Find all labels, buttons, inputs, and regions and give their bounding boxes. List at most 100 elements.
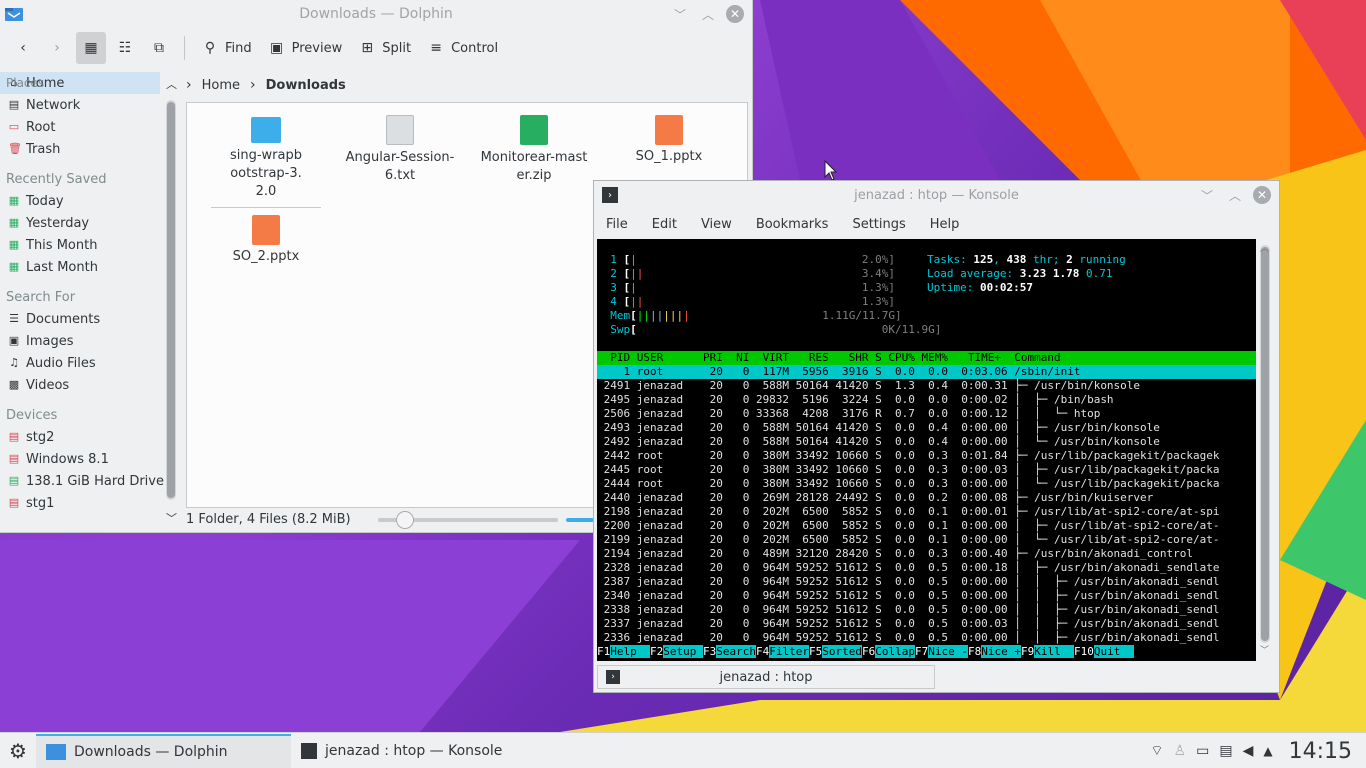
tray-expand-icon[interactable]: ▲ bbox=[1263, 744, 1272, 758]
fkey-key[interactable]: F9 bbox=[1021, 645, 1034, 658]
compact-view-button[interactable]: ☷ bbox=[110, 32, 140, 64]
process-row[interactable]: 2336 jenazad 20 0 964M 59252 51612 S 0.0… bbox=[597, 631, 1256, 645]
find-button[interactable]: ⚲ Find bbox=[195, 32, 258, 64]
process-row[interactable]: 2198 jenazad 20 0 202M 6500 5852 S 0.0 0… bbox=[597, 505, 1256, 519]
close-icon[interactable]: ✕ bbox=[1253, 186, 1271, 204]
fkey-key[interactable]: F7 bbox=[915, 645, 928, 658]
menu-view[interactable]: View bbox=[701, 217, 732, 232]
fkey-label[interactable]: Filter bbox=[769, 645, 809, 658]
process-row[interactable]: 2199 jenazad 20 0 202M 6500 5852 S 0.0 0… bbox=[597, 533, 1256, 547]
menu-settings[interactable]: Settings bbox=[852, 217, 905, 232]
process-table-header[interactable]: PID USER PRI NI VIRT RES SHR S CPU% MEM%… bbox=[597, 351, 1256, 365]
device-stg2[interactable]: ▤ stg2 bbox=[0, 426, 180, 448]
recent-last-month[interactable]: ▦ Last Month bbox=[0, 256, 180, 278]
search-videos[interactable]: ▩ Videos bbox=[0, 374, 180, 396]
file-item[interactable]: sing-wrapbootstrap-3.2.0 bbox=[211, 103, 321, 208]
fkey-label[interactable]: Quit bbox=[1093, 645, 1134, 658]
process-row[interactable]: 2194 jenazad 20 0 489M 32120 28420 S 0.0… bbox=[597, 547, 1256, 561]
process-row[interactable]: 2495 jenazad 20 0 29832 5196 3224 S 0.0 … bbox=[597, 393, 1256, 407]
process-row[interactable]: 2506 jenazad 20 0 33368 4208 3176 R 0.7 … bbox=[597, 407, 1256, 421]
fkey-key[interactable]: F3 bbox=[703, 645, 716, 658]
fkey-key[interactable]: F10 bbox=[1074, 645, 1094, 658]
process-row[interactable]: 2444 root 20 0 380M 33492 10660 S 0.0 0.… bbox=[597, 477, 1256, 491]
fkey-label[interactable]: Nice - bbox=[928, 645, 968, 658]
konsole-app-icon[interactable]: › bbox=[602, 187, 618, 203]
split-button[interactable]: ⊞ Split bbox=[352, 32, 417, 64]
process-row[interactable]: 2328 jenazad 20 0 964M 59252 51612 S 0.0… bbox=[597, 561, 1256, 575]
fkey-key[interactable]: F5 bbox=[809, 645, 822, 658]
konsole-tab[interactable]: › jenazad : htop bbox=[597, 665, 935, 689]
task-konsole[interactable]: jenazad : htop — Konsole bbox=[291, 734, 546, 768]
process-row[interactable]: 2387 jenazad 20 0 964M 59252 51612 S 0.0… bbox=[597, 575, 1256, 589]
places-scroll-up-icon[interactable]: ︿ bbox=[166, 76, 177, 92]
menu-file[interactable]: File bbox=[606, 217, 628, 232]
menu-bookmarks[interactable]: Bookmarks bbox=[756, 217, 829, 232]
zoom-slider-handle[interactable] bbox=[396, 511, 414, 529]
fkey-label[interactable]: Collap bbox=[875, 645, 915, 658]
recent-today[interactable]: ▦ Today bbox=[0, 190, 180, 212]
breadcrumb-current[interactable]: Downloads bbox=[266, 78, 346, 93]
process-row[interactable]: 2491 jenazad 20 0 588M 50164 41420 S 1.3… bbox=[597, 379, 1256, 393]
device-stg1[interactable]: ▤ stg1 bbox=[0, 492, 180, 514]
minimize-icon[interactable]: ﹀ bbox=[670, 4, 690, 24]
dolphin-app-icon[interactable] bbox=[4, 5, 24, 27]
icons-view-button[interactable]: ▦ bbox=[76, 32, 106, 64]
recent-yesterday[interactable]: ▦ Yesterday bbox=[0, 212, 180, 234]
terminal-scroll-up-icon[interactable]: ︿ bbox=[1260, 241, 1269, 254]
minimize-icon[interactable]: ﹀ bbox=[1197, 185, 1217, 205]
process-row[interactable]: 2493 jenazad 20 0 588M 50164 41420 S 0.0… bbox=[597, 421, 1256, 435]
terminal-scrollbar-thumb[interactable] bbox=[1261, 247, 1269, 641]
volume-icon[interactable]: ◀ bbox=[1243, 743, 1254, 759]
recent-this-month[interactable]: ▦ This Month bbox=[0, 234, 180, 256]
process-row[interactable]: 2492 jenazad 20 0 588M 50164 41420 S 0.0… bbox=[597, 435, 1256, 449]
fkey-key[interactable]: F2 bbox=[650, 645, 663, 658]
process-row[interactable]: 2440 jenazad 20 0 269M 28128 24492 S 0.0… bbox=[597, 491, 1256, 505]
forward-button[interactable]: › bbox=[42, 32, 72, 64]
control-button[interactable]: ≡ Control bbox=[421, 32, 504, 64]
konsole-titlebar[interactable]: › jenazad : htop — Konsole ﹀ ︿ ✕ bbox=[594, 181, 1279, 209]
fkey-label[interactable]: Search bbox=[716, 645, 756, 658]
terminal-scroll-down-icon[interactable]: ﹀ bbox=[1260, 643, 1269, 656]
battery-icon[interactable]: ▭ bbox=[1196, 743, 1209, 759]
close-icon[interactable]: ✕ bbox=[726, 5, 744, 23]
file-item[interactable]: Monitorear-master.zip bbox=[479, 103, 589, 185]
fkey-key[interactable]: F8 bbox=[968, 645, 981, 658]
menu-edit[interactable]: Edit bbox=[652, 217, 677, 232]
menu-help[interactable]: Help bbox=[930, 217, 960, 232]
process-row[interactable]: 2445 root 20 0 380M 33492 10660 S 0.0 0.… bbox=[597, 463, 1256, 477]
process-row[interactable]: 2340 jenazad 20 0 964M 59252 51612 S 0.0… bbox=[597, 589, 1256, 603]
zoom-slider[interactable] bbox=[378, 511, 558, 529]
fkey-key[interactable]: F4 bbox=[756, 645, 769, 658]
search-images[interactable]: ▣ Images bbox=[0, 330, 180, 352]
process-row[interactable]: 2200 jenazad 20 0 202M 6500 5852 S 0.0 0… bbox=[597, 519, 1256, 533]
process-row[interactable]: 2337 jenazad 20 0 964M 59252 51612 S 0.0… bbox=[597, 617, 1256, 631]
terminal-scrollbar[interactable] bbox=[1260, 245, 1270, 643]
file-item[interactable]: SO_1.pptx bbox=[614, 103, 724, 164]
search-audio[interactable]: ♫ Audio Files bbox=[0, 352, 180, 374]
device-hard-drive[interactable]: ▤ 138.1 GiB Hard Drive bbox=[0, 470, 180, 492]
process-row[interactable]: 2442 root 20 0 380M 33492 10660 S 0.0 0.… bbox=[597, 449, 1256, 463]
search-documents[interactable]: ☰ Documents bbox=[0, 308, 180, 330]
maximize-icon[interactable]: ︿ bbox=[698, 4, 718, 24]
fkey-key[interactable]: F1 bbox=[597, 645, 610, 658]
fkey-label[interactable]: Nice + bbox=[981, 645, 1021, 658]
place-trash[interactable]: 🗑 Trash bbox=[0, 138, 180, 160]
back-button[interactable]: ‹ bbox=[8, 32, 38, 64]
places-scrollbar-thumb[interactable] bbox=[167, 102, 175, 498]
clock[interactable]: 14:15 bbox=[1289, 739, 1352, 764]
fkey-key[interactable]: F6 bbox=[862, 645, 875, 658]
place-root[interactable]: ▭ Root bbox=[0, 116, 180, 138]
maximize-icon[interactable]: ︿ bbox=[1225, 185, 1245, 205]
process-row[interactable]: 2338 jenazad 20 0 964M 59252 51612 S 0.0… bbox=[597, 603, 1256, 617]
task-dolphin[interactable]: Downloads — Dolphin bbox=[36, 733, 291, 768]
fkey-label[interactable]: Help bbox=[610, 645, 650, 658]
dolphin-titlebar[interactable]: Downloads — Dolphin ﹀ ︿ ✕ bbox=[0, 0, 752, 28]
file-item[interactable]: Angular-Session-6.txt bbox=[345, 103, 455, 185]
process-row[interactable]: 1 root 20 0 117M 5956 3916 S 0.0 0.0 0:0… bbox=[597, 365, 1256, 379]
places-scroll-down-icon[interactable]: ﹀ bbox=[166, 510, 177, 526]
device-windows[interactable]: ▤ Windows 8.1 bbox=[0, 448, 180, 470]
terminal-area[interactable]: 1 [| 2.0%] 2 [|| 3.4%] 3 [| 1.3%] 4 [|| … bbox=[597, 239, 1256, 661]
user-icon[interactable]: ♙ bbox=[1174, 743, 1187, 759]
fkey-label[interactable]: Setup bbox=[663, 645, 703, 658]
fkey-label[interactable]: Sorted bbox=[822, 645, 862, 658]
